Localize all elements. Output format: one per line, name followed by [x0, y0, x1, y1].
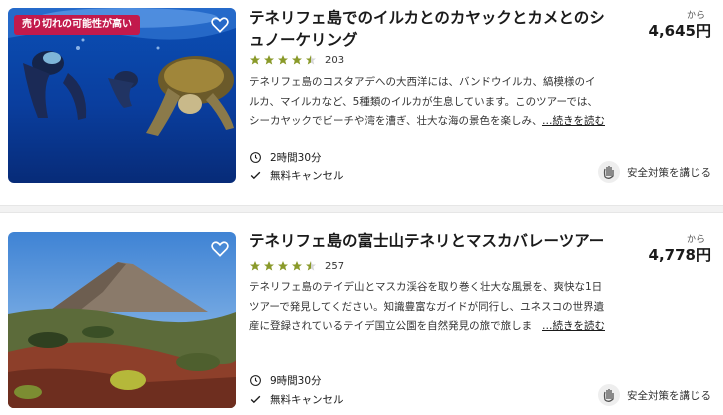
duration: 2時間30分 [249, 150, 322, 165]
star-icon [250, 55, 260, 65]
likely-to-sell-out-badge: 売り切れの可能性が高い [14, 15, 140, 35]
star-icon [292, 55, 302, 65]
star-icon [278, 55, 288, 65]
safety-text: 安全対策を講じる [627, 389, 711, 402]
safety-hand-icon [598, 161, 620, 183]
read-more-link[interactable]: …続きを読む [538, 316, 605, 336]
free-cancellation: 無料キャンセル [249, 392, 344, 407]
free-cancellation: 無料キャンセル [249, 168, 344, 183]
clock-icon [250, 152, 261, 163]
duration-text: 2時間30分 [270, 152, 322, 164]
cancel-text: 無料キャンセル [270, 170, 344, 182]
rating-stars: 203 [249, 53, 344, 67]
safety-text: 安全対策を講じる [627, 166, 711, 179]
price: 4,645円 [648, 22, 711, 40]
safety-measures: 安全対策を講じる [597, 160, 711, 184]
star-icon [292, 261, 302, 271]
star-icon [250, 261, 260, 271]
heart-icon[interactable] [210, 239, 230, 259]
review-count: 203 [325, 54, 345, 66]
cancel-text: 無料キャンセル [270, 394, 344, 406]
safety-measures: 安全対策を講じる [597, 383, 711, 407]
mountain-photo [8, 232, 236, 408]
activity-title[interactable]: テネリフェ島でのイルカとのカヤックとカメとのシュノーケリング [249, 7, 614, 51]
activity-title[interactable]: テネリフェ島の富士山テネリとマスカバレーツアー [249, 230, 614, 252]
heart-icon[interactable] [210, 15, 230, 35]
activity-description: テネリフェ島のコスタアデへの大西洋には、バンドウイルカ、縞模様のイルカ、マイルカ… [249, 73, 605, 131]
activity-description: テネリフェ島のテイデ山とマスカ渓谷を取り巻く壮大な風景を、爽快な1日ツアーで発見… [249, 278, 605, 336]
safety-hand-icon [598, 384, 620, 406]
star-half-icon [306, 261, 316, 271]
review-count: 257 [325, 260, 345, 272]
activity-image-dolphin-turtle[interactable]: 売り切れの可能性が高い [8, 8, 236, 183]
star-icon [278, 261, 288, 271]
activity-image-teide[interactable] [8, 232, 236, 408]
card-separator [0, 205, 723, 213]
activity-card-1[interactable]: 売り切れの可能性が高い テネリフェ島でのイルカとのカヤックとカメとのシュノーケリ… [0, 0, 723, 196]
clock-icon [250, 375, 261, 386]
star-half-icon [306, 55, 316, 65]
check-icon [250, 395, 261, 404]
rating-stars: 257 [249, 259, 344, 273]
read-more-link[interactable]: …続きを読む [538, 111, 605, 131]
star-icon [264, 261, 274, 271]
star-icon [264, 55, 274, 65]
duration-text: 9時間30分 [270, 375, 322, 387]
price: 4,778円 [648, 246, 711, 264]
duration: 9時間30分 [249, 373, 322, 388]
check-icon [250, 171, 261, 180]
